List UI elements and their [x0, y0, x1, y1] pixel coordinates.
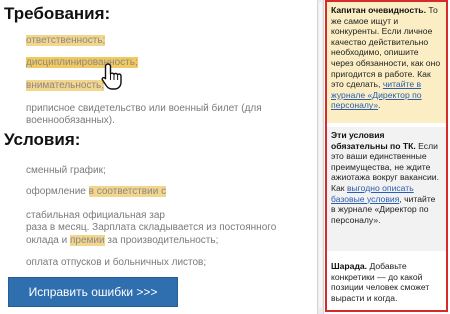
condition-salary-text: за производительность;	[104, 235, 219, 246]
condition-leave: оплата отпусков и больничных листов;	[26, 257, 207, 268]
comment-title: Шарада.	[331, 261, 368, 271]
highlighted-error[interactable]: внимательность;	[26, 80, 105, 91]
condition-salary-line: оклада и премии за производительность;	[26, 235, 218, 247]
pointer-hand-icon	[101, 63, 122, 90]
comment-block: Шарада. Добавьте конкретики — до какой п…	[327, 258, 446, 310]
comment-block: Эти условия обязательны по ТК. Если это …	[327, 127, 446, 251]
condition-salary-line: стабильная официальная зар	[26, 210, 165, 221]
conditions-heading: Условия:	[4, 130, 81, 149]
comment-title: Капитан очевидность.	[331, 5, 426, 15]
scrollbar-thumb[interactable]	[319, 2, 322, 308]
requirement-item[interactable]: ответственность;	[26, 35, 106, 47]
requirement-note-line: приписное свидетельство или военный биле…	[26, 103, 262, 114]
condition-formal: оформление в соответствии с	[26, 186, 167, 198]
condition-formal-text: оформление	[26, 186, 89, 197]
highlighted-error[interactable]: в соответствии с	[88, 186, 167, 197]
comment-text: То же самое ищут и конкуренты. Если личн…	[331, 5, 441, 90]
highlighted-error[interactable]: ответственность;	[26, 35, 106, 46]
vacancy-text-area: Требования: ответственность; дисциплинир…	[0, 0, 318, 314]
condition-schedule: сменный график;	[26, 165, 106, 176]
requirements-heading: Требования:	[4, 4, 111, 23]
highlighted-error[interactable]: премии	[69, 235, 105, 246]
requirement-item[interactable]: внимательность;	[26, 80, 105, 92]
comment-block: Капитан очевидность. То же самое ищут и …	[327, 2, 446, 123]
condition-salary-text: оклада и	[26, 235, 70, 246]
condition-salary-line: раза в месяц. Зарплата складывается из п…	[26, 222, 277, 233]
scrollbar[interactable]	[317, 0, 324, 314]
comment-title: Эти условия обязательны по ТК.	[331, 130, 416, 151]
requirement-note-line: военнообязанных).	[26, 115, 115, 126]
comments-panel: Капитан очевидность. То же самое ищут и …	[325, 0, 448, 312]
fix-errors-button[interactable]: Исправить ошибки >>>	[8, 277, 178, 307]
comment-text: .	[378, 100, 381, 111]
